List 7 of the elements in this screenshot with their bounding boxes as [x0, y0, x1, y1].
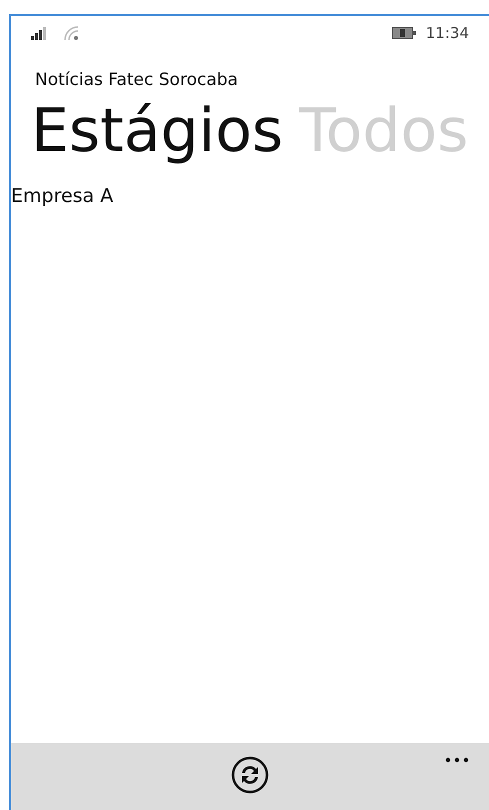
app-title: Notícias Fatec Sorocaba	[35, 69, 239, 92]
list-item[interactable]: Empresa A	[11, 178, 489, 214]
status-time: 11:34	[426, 22, 469, 44]
battery-icon	[392, 27, 416, 39]
more-icon[interactable]	[445, 757, 469, 763]
pivot-header[interactable]: Estágios	[31, 96, 284, 166]
wifi-icon	[63, 25, 79, 41]
